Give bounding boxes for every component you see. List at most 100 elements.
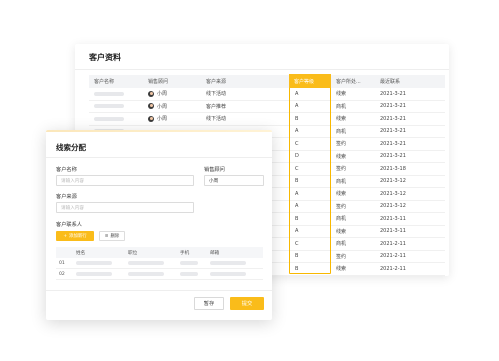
- table-row[interactable]: 小周 客户推荐 A 商机 2021-3-21: [89, 101, 445, 113]
- sales-cell: 小周: [148, 88, 203, 100]
- sales-cell: 小周: [148, 101, 203, 113]
- status-cell: 签约: [336, 141, 347, 148]
- status-cell: 线索: [336, 116, 347, 123]
- recent-contact-cell: 2021-3-21: [380, 103, 406, 110]
- plus-icon: +: [63, 233, 68, 239]
- source-cell: 客户推荐: [206, 103, 227, 110]
- empty-field-placeholder: [128, 272, 164, 276]
- source-input[interactable]: 请输入内容: [56, 202, 194, 213]
- customer-name-cell: [94, 88, 144, 100]
- sales-cell: 小周: [148, 113, 203, 125]
- recent-contact-cell: 2021-3-12: [380, 178, 406, 185]
- panel-title: 客户资料: [89, 53, 121, 62]
- status-cell: 线索: [336, 153, 347, 160]
- level-cell: A: [295, 90, 299, 97]
- col-header-contact-email: 邮箱: [210, 250, 220, 256]
- sales-label: 销售顾问: [204, 167, 225, 173]
- contact-input-cell[interactable]: [128, 258, 164, 268]
- delete-button[interactable]: ≡ 删除: [99, 231, 125, 241]
- recent-contact-cell: 2021-3-11: [380, 228, 406, 235]
- empty-field-placeholder: [210, 272, 246, 276]
- recent-contact-cell: 2021-3-21: [380, 115, 406, 122]
- avatar: [148, 90, 154, 97]
- col-header-sales[interactable]: 销售顾问: [148, 75, 203, 88]
- empty-field-placeholder: [128, 261, 164, 265]
- level-cell: B: [295, 265, 299, 272]
- contact-input-cell[interactable]: [210, 258, 246, 268]
- level-cell: A: [295, 228, 299, 235]
- sales-name: 小周: [157, 103, 168, 110]
- sales-name: 小周: [157, 116, 168, 123]
- col-header-recent[interactable]: 最近联系: [380, 75, 440, 88]
- level-cell: C: [295, 140, 299, 147]
- recent-contact-cell: 2021-3-21: [380, 153, 406, 160]
- contact-row[interactable]: 01: [56, 258, 263, 269]
- contacts-label: 客户联系人: [56, 222, 82, 228]
- add-row-label: 添加新行: [69, 234, 87, 239]
- contacts-table: 姓名 职位 手机 邮箱 01 02: [56, 247, 263, 280]
- table-row[interactable]: 小周 线下活动 B 线索 2021-3-21: [89, 113, 445, 126]
- recent-contact-cell: 2021-3-21: [380, 128, 406, 135]
- save-draft-button[interactable]: 暂存: [194, 297, 224, 310]
- status-cell: 商机: [336, 241, 347, 248]
- col-header-contact-name: 姓名: [76, 250, 86, 256]
- level-cell: A: [295, 203, 299, 210]
- sales-input[interactable]: 小周: [204, 175, 264, 186]
- contact-input-cell[interactable]: [128, 269, 164, 279]
- status-cell: 线索: [336, 266, 347, 273]
- status-cell: 商机: [336, 216, 347, 223]
- contact-input-cell[interactable]: [76, 258, 112, 268]
- contact-input-cell[interactable]: [180, 269, 198, 279]
- status-cell: 线索: [336, 228, 347, 235]
- source-cell: 线下活动: [206, 116, 227, 123]
- col-header-level-label[interactable]: 客户等级: [289, 74, 331, 88]
- col-header-source[interactable]: 客户来源: [206, 75, 284, 88]
- table-row[interactable]: 小周 线下活动 A 线索 2021-3-21: [89, 88, 445, 101]
- contact-input-cell[interactable]: [210, 269, 246, 279]
- level-cell: B: [295, 178, 299, 185]
- table-header: 客户名称 销售顾问 客户来源 客户所处... 最近联系: [89, 75, 445, 88]
- submit-button[interactable]: 提交: [230, 297, 264, 310]
- level-cell: C: [295, 165, 299, 172]
- sales-name: 小周: [157, 91, 168, 98]
- status-cell: 商机: [336, 128, 347, 135]
- empty-field-placeholder: [76, 272, 112, 276]
- status-cell: 签约: [336, 203, 347, 210]
- recent-contact-cell: 2021-3-12: [380, 203, 406, 210]
- customer-name-cell: [94, 113, 144, 125]
- contacts-table-body: 01 02: [56, 258, 263, 280]
- redacted-name-placeholder: [94, 91, 124, 96]
- customer-name-label: 客户名称: [56, 167, 77, 173]
- dialog-accent-bar: [46, 130, 272, 132]
- col-header-contact-phone: 手机: [180, 250, 190, 256]
- customer-name-input[interactable]: 请输入内容: [56, 175, 194, 186]
- level-cell: A: [295, 103, 299, 110]
- empty-field-placeholder: [180, 261, 198, 265]
- lead-assignment-dialog: 线索分配 客户名称 请输入内容 销售顾问 小周 客户来源 请输入内容 客户联系人…: [46, 130, 272, 320]
- recent-contact-cell: 2021-3-18: [380, 165, 406, 172]
- contact-input-cell[interactable]: [180, 258, 198, 268]
- col-header-contact-title: 职位: [128, 250, 138, 256]
- row-index: 02: [59, 271, 65, 277]
- contacts-table-header: 姓名 职位 手机 邮箱: [56, 247, 263, 258]
- recent-contact-cell: 2021-3-11: [380, 215, 406, 222]
- add-row-button[interactable]: + 添加新行: [56, 231, 94, 241]
- recent-contact-cell: 2021-3-21: [380, 90, 406, 97]
- contact-input-cell[interactable]: [76, 269, 112, 279]
- level-cell: D: [295, 153, 299, 160]
- delete-label: 删除: [110, 234, 120, 239]
- avatar: [148, 115, 154, 122]
- recent-contact-cell: 2021-2-11: [380, 265, 406, 272]
- recent-contact-cell: 2021-2-11: [380, 240, 406, 247]
- customer-name-cell: [94, 101, 144, 113]
- empty-field-placeholder: [210, 261, 246, 265]
- level-cell: A: [295, 128, 299, 135]
- redacted-name-placeholder: [94, 104, 124, 109]
- contact-row[interactable]: 02: [56, 269, 263, 280]
- status-cell: 签约: [336, 166, 347, 173]
- level-cell: A: [295, 190, 299, 197]
- col-header-status[interactable]: 客户所处...: [336, 75, 376, 88]
- col-header-name[interactable]: 客户名称: [94, 75, 144, 88]
- trash-icon: ≡: [104, 233, 109, 239]
- recent-contact-cell: 2021-3-12: [380, 190, 406, 197]
